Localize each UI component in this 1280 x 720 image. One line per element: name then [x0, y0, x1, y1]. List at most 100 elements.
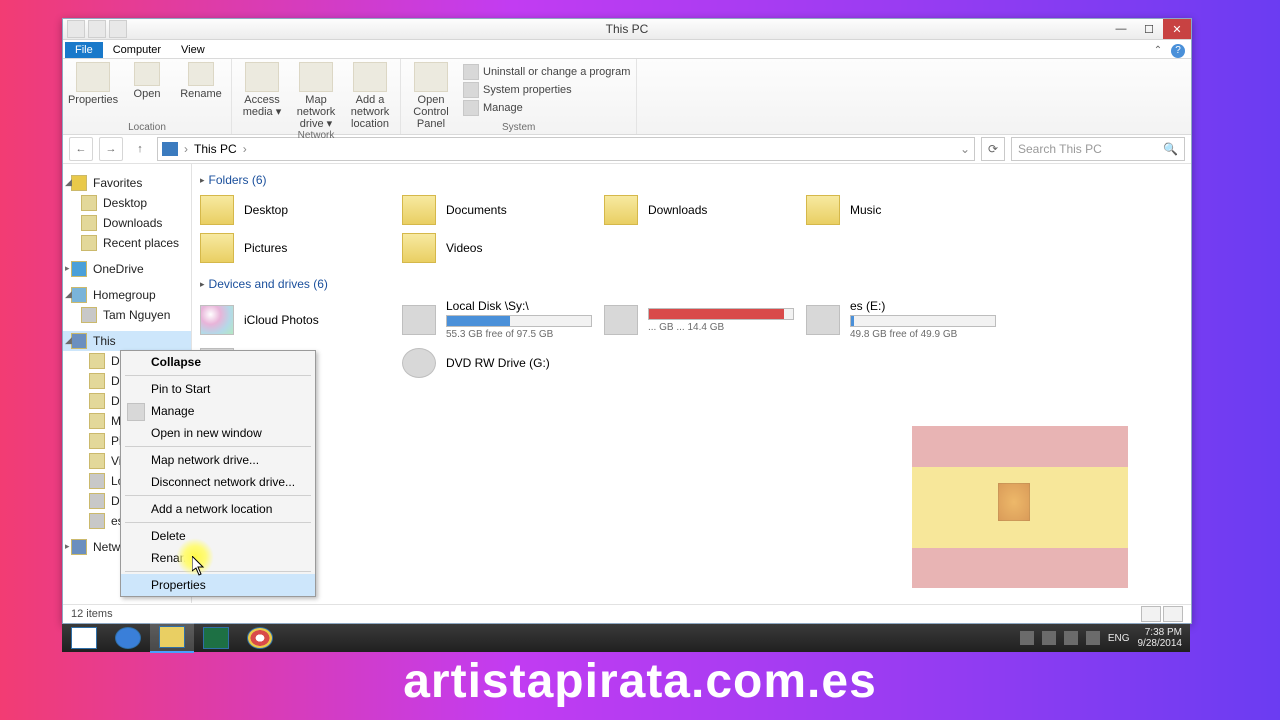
rename-icon	[188, 62, 214, 86]
search-input[interactable]: Search This PC 🔍	[1011, 137, 1185, 161]
sidebar-item-desktop[interactable]: Desktop	[63, 193, 191, 213]
refresh-button[interactable]: ⟳	[981, 137, 1005, 161]
control-panel-icon	[414, 62, 448, 92]
icons-view-button[interactable]	[1163, 606, 1183, 622]
taskbar-excel[interactable]	[194, 624, 238, 652]
ctx-disconnect-network-drive[interactable]: Disconnect network drive...	[121, 471, 315, 493]
sidebar-item-recent[interactable]: Recent places	[63, 233, 191, 253]
windows-icon	[71, 627, 97, 649]
folder-videos[interactable]: Videos	[402, 233, 592, 263]
volume-icon[interactable]	[1086, 631, 1100, 645]
drive-c[interactable]: Local Disk \Sy:\55.3 GB free of 97.5 GB	[402, 299, 592, 340]
breadcrumb[interactable]: This PC	[194, 142, 237, 156]
drive-icloud[interactable]: iCloud Photos	[200, 299, 390, 340]
search-placeholder: Search This PC	[1018, 142, 1102, 156]
sidebar-item-user[interactable]: Tam Nguyen	[63, 305, 191, 325]
taskbar-ie[interactable]	[106, 624, 150, 652]
ctx-properties[interactable]: Properties	[121, 574, 315, 596]
ribbon-help: ⌃ ?	[1151, 44, 1185, 58]
collapse-ribbon-icon[interactable]: ⌃	[1151, 44, 1165, 58]
sidebar-item-homegroup[interactable]: ◢Homegroup	[63, 285, 191, 305]
network-icon[interactable]	[1064, 631, 1078, 645]
system-properties-button[interactable]: System properties	[463, 82, 630, 98]
drive-e[interactable]: es (E:)49.8 GB free of 49.9 GB	[806, 299, 996, 340]
sidebar-item-favorites[interactable]: ◢Favorites	[63, 173, 191, 193]
qat-button[interactable]	[67, 20, 85, 38]
close-button[interactable]: ✕	[1163, 19, 1191, 39]
ctx-add-network-location[interactable]: Add a network location	[121, 498, 315, 520]
tray-icon[interactable]	[1020, 631, 1034, 645]
folders-grid: Desktop Documents Downloads Music Pictur…	[200, 195, 1183, 263]
manage-icon	[127, 403, 145, 421]
folder-icon	[89, 453, 105, 469]
manage-button[interactable]: Manage	[463, 100, 630, 116]
minimize-button[interactable]: —	[1107, 19, 1135, 39]
drive-icon	[89, 473, 105, 489]
window-controls: — ☐ ✕	[1107, 19, 1191, 39]
tab-file[interactable]: File	[65, 42, 103, 58]
taskbar-explorer[interactable]	[150, 623, 194, 653]
clock[interactable]: 7:38 PM 9/28/2014	[1138, 627, 1183, 649]
folder-icon	[806, 195, 840, 225]
maximize-button[interactable]: ☐	[1135, 19, 1163, 39]
ctx-rename[interactable]: Rename	[121, 547, 315, 569]
network-icon	[71, 539, 87, 555]
ribbon-group-location: Properties Open Rename Location	[63, 59, 232, 134]
tab-view[interactable]: View	[171, 42, 215, 58]
section-drives[interactable]: Devices and drives (6)	[200, 277, 1183, 291]
drive-icon	[89, 493, 105, 509]
folder-icon	[89, 393, 105, 409]
map-drive-button[interactable]: Map network drive ▾	[292, 62, 340, 130]
rename-button[interactable]: Rename	[177, 62, 225, 106]
system-tray: ENG 7:38 PM 9/28/2014	[1020, 627, 1190, 649]
folder-pictures[interactable]: Pictures	[200, 233, 390, 263]
folder-icon	[604, 195, 638, 225]
folder-desktop[interactable]: Desktop	[200, 195, 390, 225]
status-bar: 12 items	[63, 604, 1191, 623]
properties-button[interactable]: Properties	[69, 62, 117, 106]
addr-dropdown-icon[interactable]: ⌄	[960, 142, 970, 156]
folder-icon	[402, 195, 436, 225]
drive-d[interactable]: ... GB ... 14.4 GB	[604, 299, 794, 340]
help-icon[interactable]: ?	[1171, 44, 1185, 58]
add-network-location-button[interactable]: Add a network location	[346, 62, 394, 130]
homegroup-icon	[71, 287, 87, 303]
language-indicator[interactable]: ENG	[1108, 633, 1130, 644]
media-icon	[245, 62, 279, 92]
watermark-text: artistapirata.com.es	[0, 654, 1280, 709]
ctx-pin-to-start[interactable]: Pin to Start	[121, 378, 315, 400]
access-media-button[interactable]: Access media ▾	[238, 62, 286, 130]
cloud-icon	[71, 261, 87, 277]
start-button[interactable]	[62, 624, 106, 652]
ctx-collapse[interactable]: Collapse	[121, 351, 315, 373]
uninstall-program-button[interactable]: Uninstall or change a program	[463, 64, 630, 80]
details-view-button[interactable]	[1141, 606, 1161, 622]
section-folders[interactable]: Folders (6)	[200, 173, 1183, 187]
tab-computer[interactable]: Computer	[103, 42, 171, 58]
qat-dropdown[interactable]	[109, 20, 127, 38]
folder-icon	[200, 233, 234, 263]
ctx-map-network-drive[interactable]: Map network drive...	[121, 449, 315, 471]
icloud-icon	[200, 305, 234, 335]
folder-documents[interactable]: Documents	[402, 195, 592, 225]
taskbar-chrome[interactable]	[238, 624, 282, 652]
folder-downloads[interactable]: Downloads	[604, 195, 794, 225]
sidebar-item-downloads[interactable]: Downloads	[63, 213, 191, 233]
ctx-manage[interactable]: Manage	[121, 400, 315, 422]
tray-icon[interactable]	[1042, 631, 1056, 645]
folder-music[interactable]: Music	[806, 195, 996, 225]
ribbon-group-network: Access media ▾ Map network drive ▾ Add a…	[232, 59, 401, 134]
back-button[interactable]: ←	[69, 137, 93, 161]
taskbar: ENG 7:38 PM 9/28/2014	[62, 624, 1190, 652]
excel-icon	[203, 627, 229, 649]
forward-button[interactable]: →	[99, 137, 123, 161]
qat-button[interactable]	[88, 20, 106, 38]
open-button[interactable]: Open	[123, 62, 171, 106]
ctx-delete[interactable]: Delete	[121, 525, 315, 547]
group-label: Network	[238, 130, 394, 141]
sidebar-item-onedrive[interactable]: ▸OneDrive	[63, 259, 191, 279]
drive-dvd[interactable]: DVD RW Drive (G:)	[402, 348, 592, 378]
up-button[interactable]: ↑	[129, 138, 151, 160]
ctx-open-new-window[interactable]: Open in new window	[121, 422, 315, 444]
sidebar-item-this-pc[interactable]: ◢This	[63, 331, 191, 351]
